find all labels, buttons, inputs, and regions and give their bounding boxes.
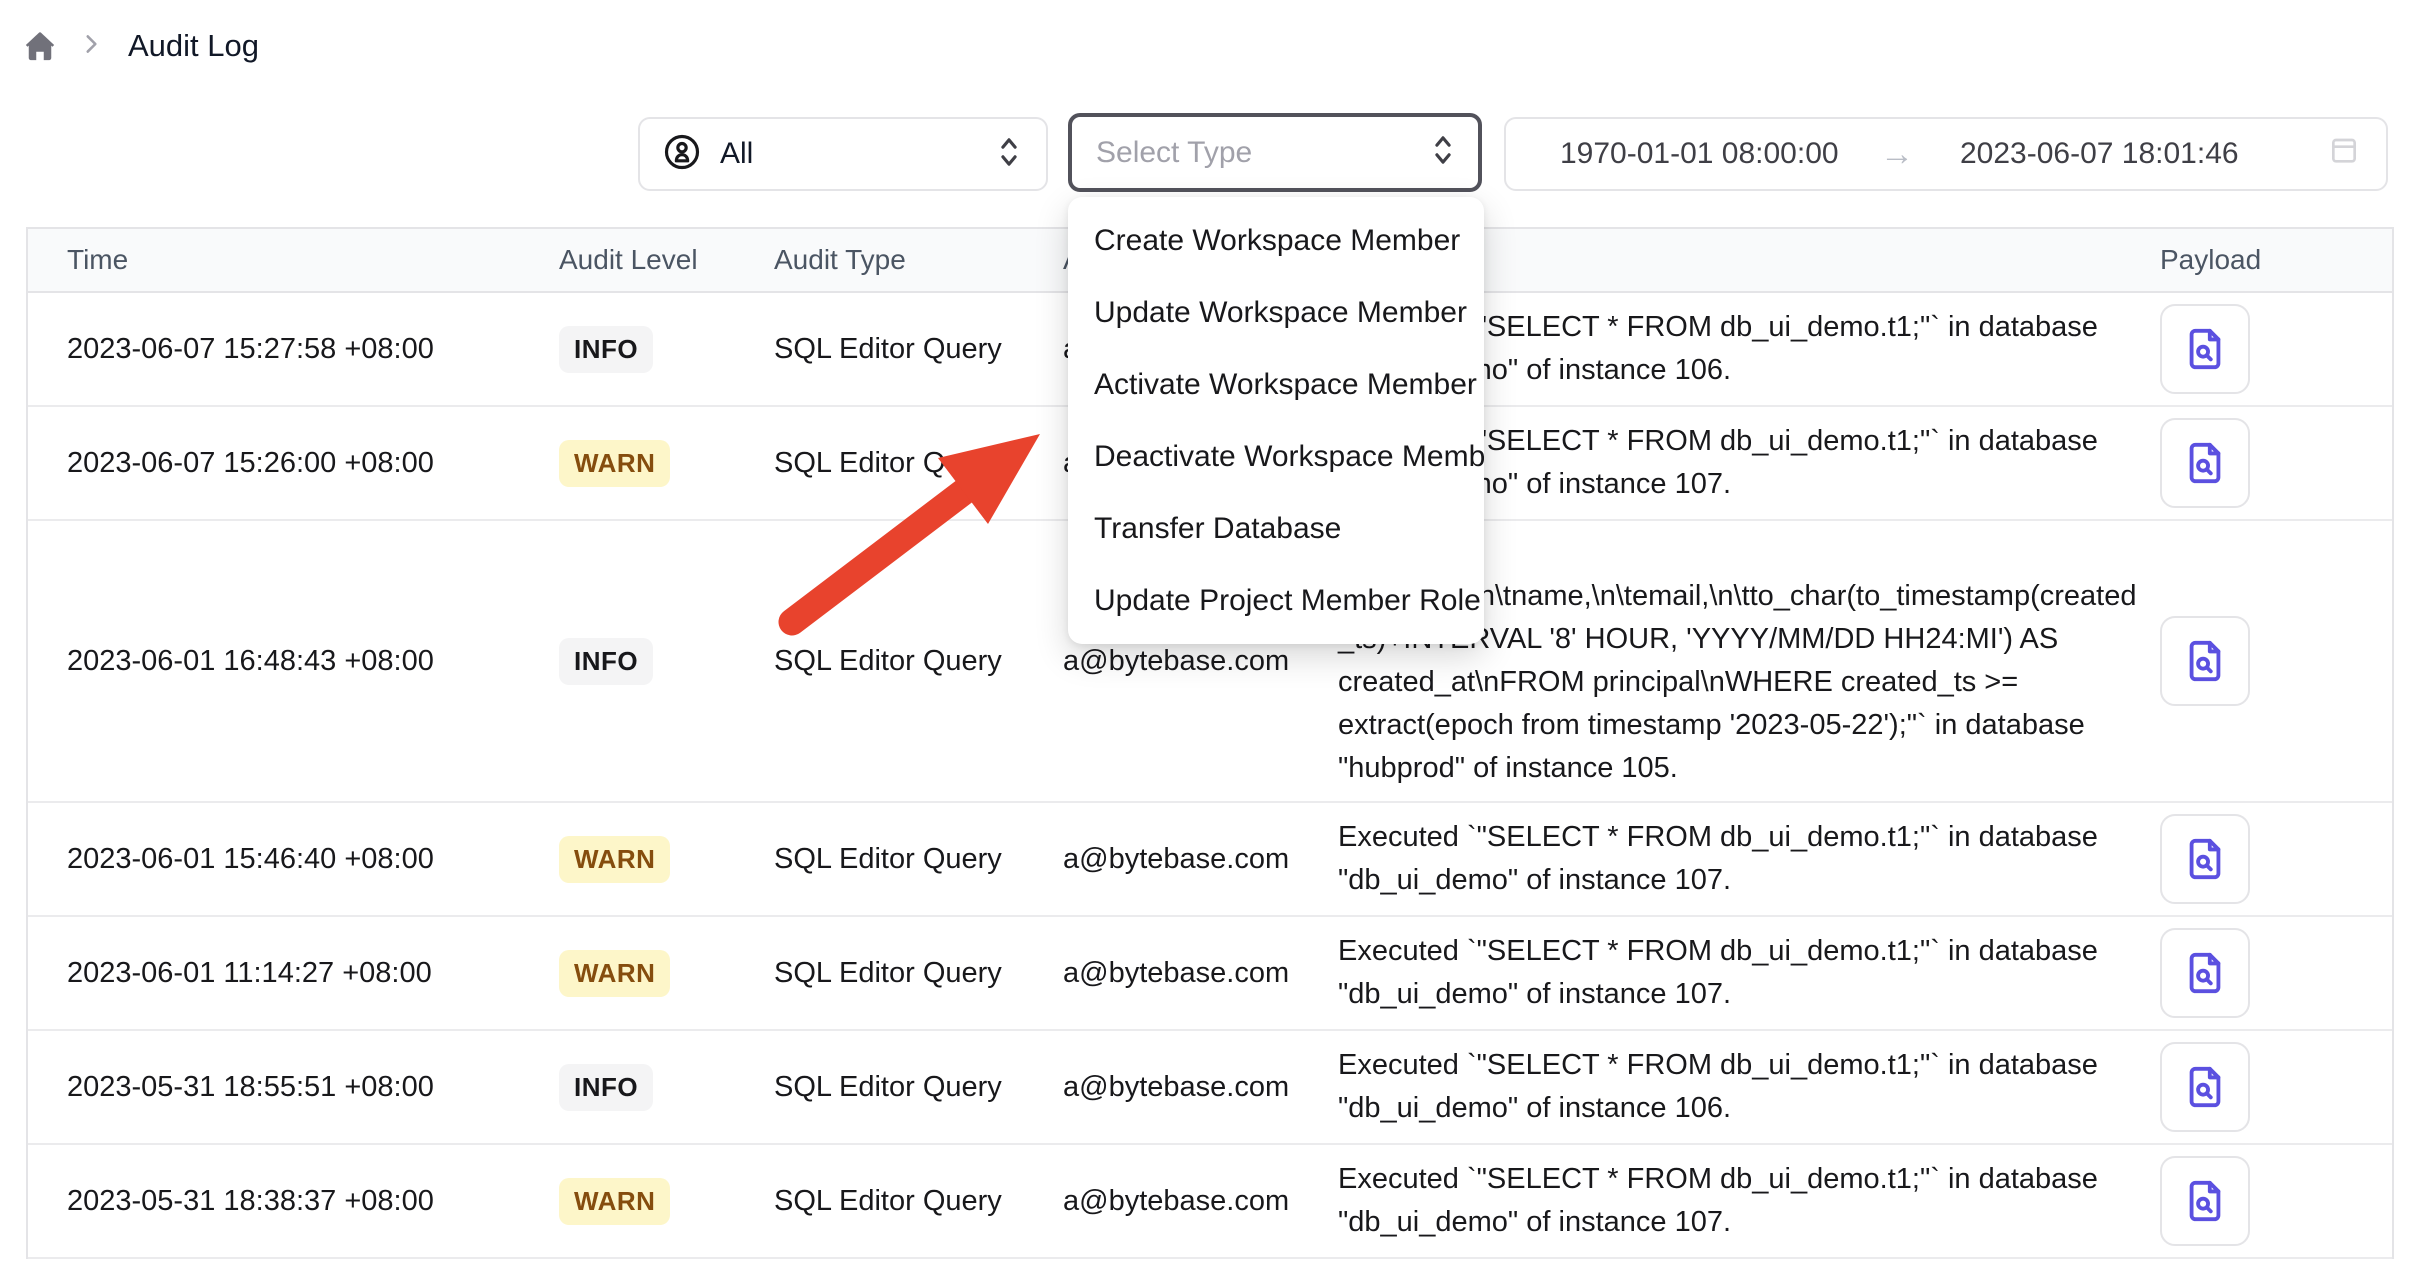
breadcrumb: Audit Log	[22, 20, 259, 72]
audit-level-badge: WARN	[559, 440, 670, 487]
page-title: Audit Log	[128, 28, 259, 64]
type-option[interactable]: Transfer Database	[1068, 493, 1484, 565]
file-search-icon	[2182, 326, 2228, 372]
cell-payload	[2138, 418, 2396, 508]
type-filter-dropdown: Create Workspace MemberUpdate Workspace …	[1068, 197, 1484, 644]
view-payload-button[interactable]	[2160, 304, 2250, 394]
table-row: 2023-06-01 11:14:27 +08:00 WARN SQL Edit…	[28, 917, 2392, 1031]
cell-actor: a@bytebase.com	[1043, 1185, 1328, 1218]
cell-payload	[2138, 304, 2396, 394]
cell-payload	[2138, 814, 2396, 904]
actor-filter-value: All	[720, 137, 753, 171]
cell-audit-type: SQL Editor Query	[753, 645, 1043, 678]
view-payload-button[interactable]	[2160, 814, 2250, 904]
cell-audit-type: SQL Editor Query	[753, 843, 1043, 876]
actor-filter-select[interactable]: All	[638, 117, 1048, 191]
person-circle-icon	[662, 132, 702, 177]
type-option[interactable]: Update Project Member Role	[1068, 565, 1484, 637]
type-filter-select[interactable]: Select Type	[1068, 113, 1482, 192]
type-option[interactable]: Create Workspace Member	[1068, 205, 1484, 277]
header-audit-level: Audit Level	[533, 244, 753, 276]
cell-payload	[2138, 1042, 2396, 1132]
file-search-icon	[2182, 950, 2228, 996]
cell-audit-level: INFO	[533, 1064, 753, 1111]
cell-time: 2023-06-01 15:46:40 +08:00	[28, 843, 533, 876]
audit-level-badge: WARN	[559, 950, 670, 997]
table-row: 2023-05-31 18:55:51 +08:00 INFO SQL Edit…	[28, 1031, 2392, 1145]
view-payload-button[interactable]	[2160, 928, 2250, 1018]
cell-audit-type: SQL Editor Query	[753, 1185, 1043, 1218]
cell-audit-type: SQL Editor Query	[753, 447, 1043, 480]
audit-level-badge: INFO	[559, 1064, 653, 1111]
cell-payload	[2138, 1156, 2396, 1246]
chevron-up-down-icon	[1428, 133, 1458, 172]
file-search-icon	[2182, 638, 2228, 684]
view-payload-button[interactable]	[2160, 418, 2250, 508]
table-row: 2023-05-31 18:38:37 +08:00 WARN SQL Edit…	[28, 1145, 2392, 1259]
chevron-up-down-icon	[994, 135, 1024, 174]
type-option[interactable]: Update Workspace Member	[1068, 277, 1484, 349]
cell-time: 2023-06-01 16:48:43 +08:00	[28, 645, 533, 678]
cell-payload	[2138, 616, 2396, 706]
file-search-icon	[2182, 1064, 2228, 1110]
table-row: 2023-06-01 15:46:40 +08:00 WARN SQL Edit…	[28, 803, 2392, 917]
cell-actor: a@bytebase.com	[1043, 645, 1328, 678]
cell-audit-type: SQL Editor Query	[753, 333, 1043, 366]
cell-time: 2023-05-31 18:55:51 +08:00	[28, 1071, 533, 1104]
type-option[interactable]: Activate Workspace Member	[1068, 349, 1484, 421]
cell-comment: Executed `"SELECT * FROM db_ui_demo.t1;"…	[1328, 1158, 2138, 1244]
file-search-icon	[2182, 1178, 2228, 1224]
cell-time: 2023-06-07 15:26:00 +08:00	[28, 447, 533, 480]
audit-log-page: Audit Log All Select Type 1970-01-01 08:…	[0, 0, 2410, 1268]
cell-audit-level: INFO	[533, 326, 753, 373]
audit-level-badge: INFO	[559, 326, 653, 373]
view-payload-button[interactable]	[2160, 1042, 2250, 1132]
file-search-icon	[2182, 836, 2228, 882]
header-time: Time	[28, 244, 533, 276]
view-payload-button[interactable]	[2160, 616, 2250, 706]
date-range-end: 2023-06-07 18:01:46	[1960, 137, 2253, 171]
cell-actor: a@bytebase.com	[1043, 843, 1328, 876]
cell-actor: a@bytebase.com	[1043, 1071, 1328, 1104]
home-icon[interactable]	[22, 28, 58, 64]
calendar-icon	[2328, 134, 2360, 174]
cell-comment: Executed `"SELECT * FROM db_ui_demo.t1;"…	[1328, 816, 2138, 902]
audit-level-badge: WARN	[559, 1178, 670, 1225]
cell-audit-level: WARN	[533, 836, 753, 883]
cell-audit-level: WARN	[533, 440, 753, 487]
date-range-picker[interactable]: 1970-01-01 08:00:00 → 2023-06-07 18:01:4…	[1504, 117, 2388, 191]
cell-audit-level: WARN	[533, 1178, 753, 1225]
header-audit-type: Audit Type	[753, 244, 1043, 276]
type-option[interactable]: Deactivate Workspace Member	[1068, 421, 1484, 493]
cell-comment: Executed `"SELECT * FROM db_ui_demo.t1;"…	[1328, 930, 2138, 1016]
view-payload-button[interactable]	[2160, 1156, 2250, 1246]
audit-level-badge: WARN	[559, 836, 670, 883]
cell-payload	[2138, 928, 2396, 1018]
cell-time: 2023-05-31 18:38:37 +08:00	[28, 1185, 533, 1218]
cell-audit-level: WARN	[533, 950, 753, 997]
range-arrow-icon: →	[1880, 135, 1914, 174]
audit-level-badge: INFO	[559, 638, 653, 685]
type-filter-placeholder: Select Type	[1096, 136, 1252, 170]
header-payload: Payload	[2138, 244, 2396, 276]
file-search-icon	[2182, 440, 2228, 486]
cell-time: 2023-06-01 11:14:27 +08:00	[28, 957, 533, 990]
cell-audit-level: INFO	[533, 638, 753, 685]
cell-comment: Executed `"SELECT * FROM db_ui_demo.t1;"…	[1328, 1044, 2138, 1130]
cell-audit-type: SQL Editor Query	[753, 957, 1043, 990]
cell-actor: a@bytebase.com	[1043, 957, 1328, 990]
cell-audit-type: SQL Editor Query	[753, 1071, 1043, 1104]
date-range-start: 1970-01-01 08:00:00	[1560, 137, 1856, 171]
cell-time: 2023-06-07 15:27:58 +08:00	[28, 333, 533, 366]
breadcrumb-chevron-icon	[78, 31, 104, 62]
